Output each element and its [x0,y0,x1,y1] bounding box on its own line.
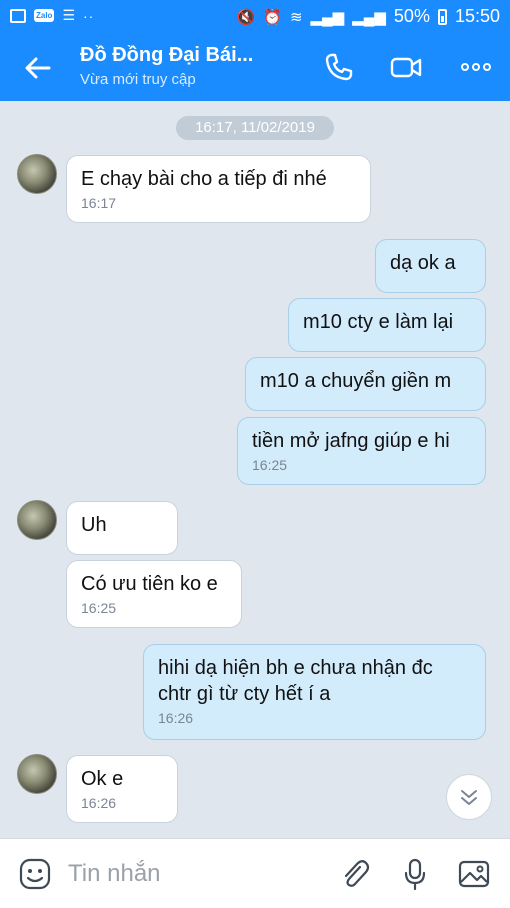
contact-avatar[interactable] [17,754,57,794]
message-text: m10 cty e làm lại [303,311,454,333]
phone-icon[interactable] [322,50,356,84]
message-text: Có ưu tiên ko e [81,573,218,595]
image-icon[interactable] [457,857,491,891]
message-bubble-outgoing[interactable]: m10 a chuyển giền m [245,357,486,411]
status-bar: Zalo ☰ ·· 🔇 ⏰ ≋ ▂▄▆ ▂▄▆ 50% 15:50 [0,0,510,34]
microphone-icon[interactable] [398,857,432,891]
menu-notification-icon: ☰ [62,7,76,23]
video-camera-icon[interactable] [389,50,423,84]
message-time: 16:17 [81,195,117,211]
signal-icon: ▂▄▆ [310,8,345,26]
more-dots-icon[interactable] [459,50,493,84]
scroll-to-bottom-button[interactable] [446,774,492,820]
composer-bar [0,838,510,908]
status-bar-system: 🔇 ⏰ ≋ ▂▄▆ ▂▄▆ 50% 15:50 [237,6,500,27]
contact-avatar[interactable] [17,500,57,540]
status-bar-notifications: Zalo ☰ ·· [10,7,94,24]
message-text: dạ ok a [390,252,456,274]
message-time: 16:26 [158,710,194,726]
chat-header: Đồ Đồng Đại Bái... Vừa mới truy cập [0,34,510,101]
message-bubble-outgoing[interactable]: hihi dạ hiện bh e chưa nhận đc chtr gì t… [143,644,486,740]
message-time: 16:25 [252,457,288,473]
wifi-icon: ≋ [289,8,303,26]
clock: 15:50 [454,6,500,26]
chevron-double-down-icon [461,790,477,805]
contact-info[interactable]: Đồ Đồng Đại Bái... Vừa mới truy cập [80,44,300,88]
alarm-icon: ⏰ [263,8,282,26]
message-time: 16:25 [81,600,117,616]
message-bubble-incoming[interactable]: Có ưu tiên ko e 16:25 [66,560,242,628]
message-time: 16:26 [81,795,117,811]
paperclip-icon[interactable] [338,857,372,891]
contact-name: Đồ Đồng Đại Bái... [80,44,254,66]
contact-avatar[interactable] [17,154,57,194]
signal-icon-2: ▂▄▆ [352,8,386,26]
message-bubble-incoming[interactable]: Uh [66,501,178,555]
message-text: tiền mở jafng giúp e hi [252,430,450,452]
message-bubble-incoming[interactable]: E chạy bài cho a tiếp đi nhé 16:17 [66,155,371,223]
battery-percent: 50% [393,6,430,26]
more-notifications-icon: ·· [83,7,95,24]
message-bubble-outgoing[interactable]: tiền mở jafng giúp e hi 16:25 [237,417,486,485]
arrow-left-icon[interactable] [22,52,54,84]
date-separator: 16:17, 11/02/2019 [176,116,334,140]
contact-status: Vừa mới truy cập [80,71,196,88]
sticker-face-icon[interactable] [18,857,52,891]
zalo-notification-icon: Zalo [34,9,55,22]
message-text: Uh [81,514,107,536]
message-text: E chạy bài cho a tiếp đi nhé [81,168,327,190]
gallery-notification-icon [10,8,26,23]
message-text: m10 a chuyển giền m [260,370,452,392]
battery-icon [437,8,447,25]
message-bubble-outgoing[interactable]: dạ ok a [375,239,486,293]
mute-icon: 🔇 [236,8,256,26]
message-input[interactable] [66,855,320,893]
message-text: hihi dạ hiện bh e chưa nhận đc chtr gì t… [158,657,433,705]
message-text: Ok e [81,768,124,790]
message-bubble-outgoing[interactable]: m10 cty e làm lại [288,298,486,352]
message-bubble-incoming[interactable]: Ok e 16:26 [66,755,178,823]
